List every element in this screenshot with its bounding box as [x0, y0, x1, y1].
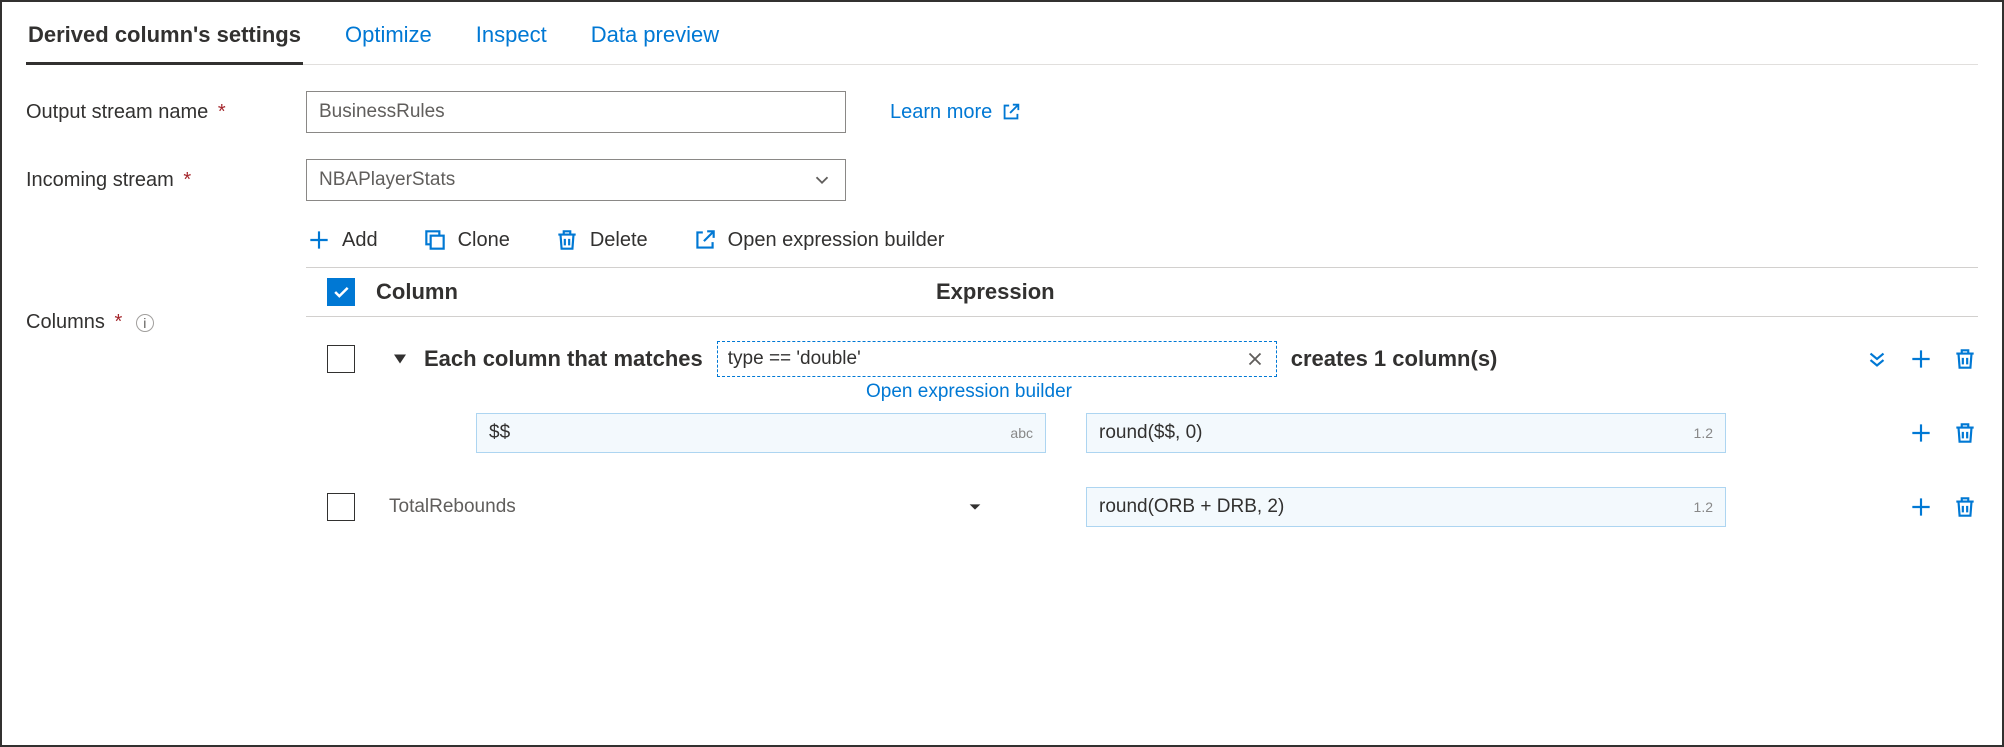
open-icon	[692, 227, 718, 253]
copy-icon	[422, 227, 448, 253]
required-asterisk: *	[218, 101, 226, 123]
label-output-stream-text: Output stream name	[26, 101, 208, 123]
label-columns-text: Columns	[26, 311, 105, 333]
learn-more-text: Learn more	[890, 101, 992, 124]
required-asterisk: *	[183, 169, 191, 191]
pattern-sub-row: $$ abc round($$, 0) 1.2	[306, 413, 1978, 453]
plus-icon	[306, 227, 332, 253]
pattern-value-text: round($$, 0)	[1099, 422, 1203, 444]
label-incoming-stream: Incoming stream *	[26, 169, 306, 192]
tab-optimize[interactable]: Optimize	[343, 12, 434, 64]
collapse-double-chevron-icon[interactable]	[1864, 346, 1890, 372]
row1-checkbox[interactable]	[327, 345, 355, 373]
external-link-icon	[1000, 101, 1022, 123]
chevron-down-icon	[811, 169, 833, 191]
incoming-stream-select[interactable]: NBAPlayerStats	[306, 159, 846, 201]
header-column: Column	[376, 279, 936, 305]
add-button[interactable]: Add	[306, 227, 378, 253]
row1-add-icon[interactable]	[1908, 346, 1934, 372]
open-expression-builder-button[interactable]: Open expression builder	[692, 227, 945, 253]
pattern-suffix: creates 1 column(s)	[1291, 346, 1498, 372]
clone-button[interactable]: Clone	[422, 227, 510, 253]
info-icon[interactable]: i	[136, 314, 154, 332]
pattern-name-value: $$	[489, 422, 510, 444]
label-incoming-stream-text: Incoming stream	[26, 169, 174, 191]
pattern-condition-value: type == 'double'	[728, 348, 861, 370]
pattern-value-input[interactable]: round($$, 0) 1.2	[1086, 413, 1726, 453]
tab-data-preview[interactable]: Data preview	[589, 12, 721, 64]
clone-label: Clone	[458, 229, 510, 252]
row2-column-value: TotalRebounds	[389, 496, 516, 518]
delete-button[interactable]: Delete	[554, 227, 648, 253]
abc-type-icon: abc	[1010, 425, 1033, 441]
output-stream-input[interactable]	[306, 91, 846, 133]
dropdown-caret-icon	[967, 499, 983, 515]
pattern-prefix: Each column that matches	[424, 346, 703, 372]
row2-checkbox[interactable]	[327, 493, 355, 521]
tab-settings[interactable]: Derived column's settings	[26, 12, 303, 65]
add-label: Add	[342, 229, 378, 252]
tab-inspect[interactable]: Inspect	[474, 12, 549, 64]
select-all-checkbox[interactable]	[327, 278, 355, 306]
incoming-stream-value: NBAPlayerStats	[319, 169, 455, 191]
learn-more-link[interactable]: Learn more	[890, 101, 1022, 124]
column-row-2: TotalRebounds round(ORB + DRB, 2) 1.2	[306, 487, 1978, 527]
tabs-bar: Derived column's settings Optimize Inspe…	[26, 12, 1978, 65]
header-expression: Expression	[936, 279, 1978, 305]
delete-label: Delete	[590, 229, 648, 252]
pattern-row: Each column that matches type == 'double…	[306, 341, 1978, 377]
trash-icon	[554, 227, 580, 253]
subrow-add-icon[interactable]	[1908, 420, 1934, 446]
expand-caret-icon[interactable]	[391, 350, 409, 368]
label-columns: Columns * i	[26, 267, 306, 527]
label-output-stream: Output stream name *	[26, 101, 306, 124]
row-incoming-stream: Incoming stream * NBAPlayerStats	[26, 159, 1978, 201]
open-builder-label: Open expression builder	[728, 229, 945, 252]
row2-column-select[interactable]: TotalRebounds	[376, 487, 996, 527]
number-type-icon: 1.2	[1694, 499, 1713, 515]
row2-expression-value: round(ORB + DRB, 2)	[1099, 496, 1284, 518]
row2-delete-icon[interactable]	[1952, 494, 1978, 520]
columns-toolbar: Add Clone Delete Open expression builder	[306, 227, 1978, 253]
pattern-condition-input[interactable]: type == 'double'	[717, 341, 1277, 377]
row2-expression-input[interactable]: round(ORB + DRB, 2) 1.2	[1086, 487, 1726, 527]
fx-icon	[1244, 348, 1266, 370]
grid-header: Column Expression	[306, 267, 1978, 317]
subrow-delete-icon[interactable]	[1952, 420, 1978, 446]
open-expression-builder-link[interactable]: Open expression builder	[866, 381, 1978, 403]
columns-grid: Column Expression Each column that match…	[306, 267, 1978, 527]
pattern-name-input[interactable]: $$ abc	[476, 413, 1046, 453]
row1-delete-icon[interactable]	[1952, 346, 1978, 372]
row-output-stream: Output stream name * Learn more	[26, 91, 1978, 133]
row2-add-icon[interactable]	[1908, 494, 1934, 520]
number-type-icon: 1.2	[1694, 425, 1713, 441]
required-asterisk: *	[114, 311, 122, 333]
